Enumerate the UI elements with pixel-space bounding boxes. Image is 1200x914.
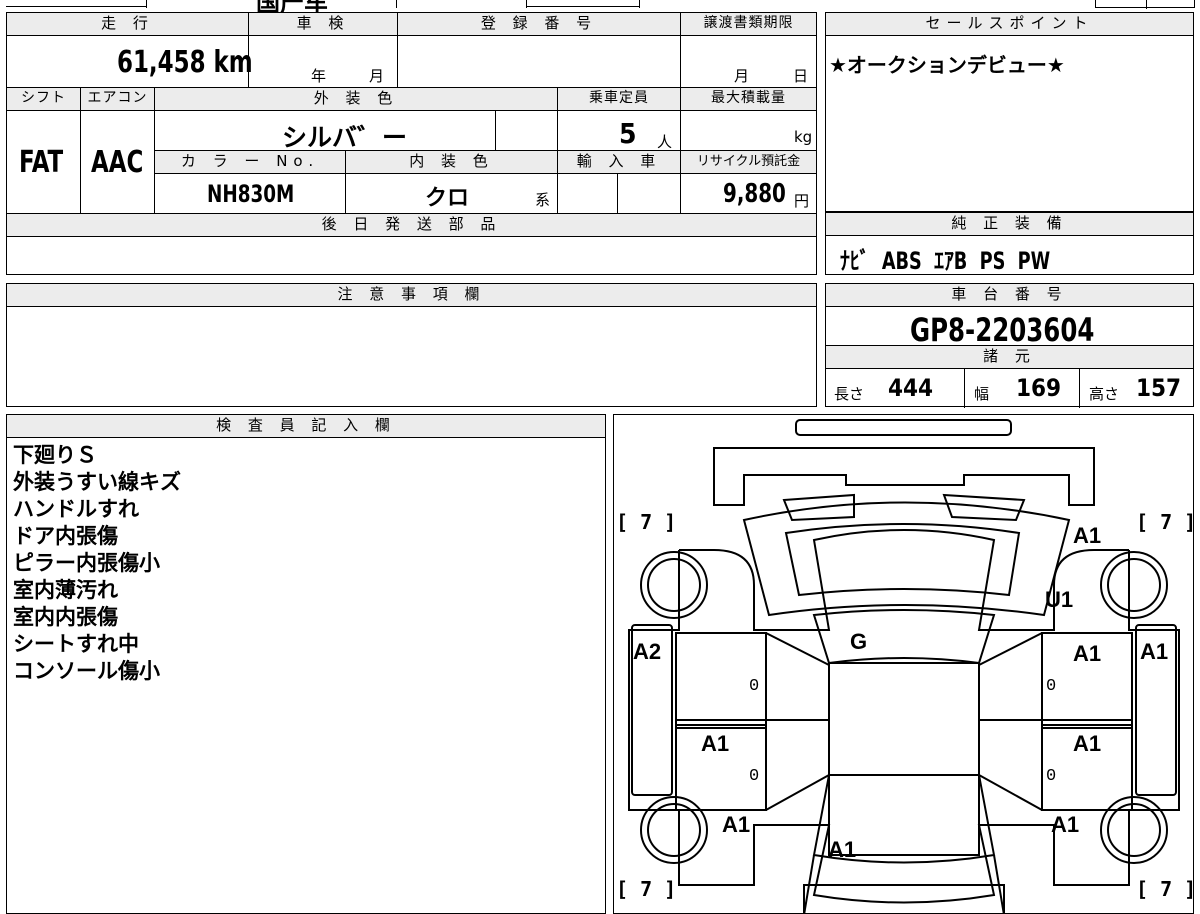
tire-mark-front-right: [ 7 ] bbox=[1136, 510, 1194, 534]
inspection-header: 車 検 bbox=[248, 12, 398, 36]
genuine-equipment-box: 純 正 装 備 ﾅﾋﾞ ABS ｴｱB PS PW bbox=[825, 212, 1194, 275]
max-load-header: 最大積載量 bbox=[680, 87, 817, 111]
transfer-day-label: 日 bbox=[793, 67, 809, 85]
exterior-color-header: 外 装 色 bbox=[154, 87, 558, 111]
interior-color-value: クロ bbox=[425, 186, 470, 211]
spec-height-label: 高さ bbox=[1089, 385, 1120, 403]
zero-mark: 0 bbox=[749, 677, 760, 696]
damage-right-outer: A1 bbox=[1140, 639, 1169, 664]
color-no-header: カ ラ ー No. bbox=[154, 150, 346, 174]
damage-roof: G bbox=[850, 629, 868, 654]
sales-point-box: セールスポイント ★オークションデビュー★ bbox=[825, 12, 1194, 212]
vehicle-diagram: [ 7 ] [ 7 ] [ 7 ] [ 7 ] A1 U1 G A2 A1 A1… bbox=[613, 414, 1194, 914]
damage-rear-hatch: A1 bbox=[828, 837, 857, 862]
chassis-value: GP8-2203604 bbox=[910, 311, 1095, 349]
aircon-header: エアコン bbox=[80, 87, 155, 111]
spec-width-label: 幅 bbox=[974, 385, 990, 403]
spec-width-value: 169 bbox=[1016, 374, 1062, 402]
spec-length-value: 444 bbox=[888, 374, 934, 402]
zero-mark: 0 bbox=[749, 767, 760, 786]
damage-right-rear-door: A1 bbox=[1073, 731, 1102, 756]
zero-mark: 0 bbox=[1046, 677, 1057, 696]
equipment-item: PS bbox=[979, 247, 1006, 275]
registration-header: 登 録 番 号 bbox=[397, 12, 681, 36]
tire-mark-front-left: [ 7 ] bbox=[616, 510, 677, 534]
inspector-line: 外装うすい線キズ bbox=[13, 470, 181, 494]
tire-mark-rear-left: [ 7 ] bbox=[616, 877, 677, 901]
damage-right-front-door: A1 bbox=[1073, 641, 1102, 666]
inspector-header: 検 査 員 記 入 欄 bbox=[6, 414, 606, 438]
notes-box: 注 意 事 項 欄 bbox=[6, 283, 817, 407]
car-outline bbox=[628, 419, 1180, 913]
shift-value: FAT bbox=[19, 145, 64, 180]
specs-header: 諸 元 bbox=[825, 345, 1194, 369]
equipment-item: ｴｱB bbox=[934, 247, 968, 275]
capacity-header: 乗車定員 bbox=[557, 87, 681, 111]
inspector-line: ピラー内張傷小 bbox=[13, 551, 160, 575]
inspector-line: コンソール傷小 bbox=[13, 659, 160, 683]
mileage-unit: km bbox=[213, 45, 253, 80]
shift-header: シフト bbox=[6, 87, 81, 111]
chassis-box: 車 台 番 号 GP8-2203604 諸 元 長さ 444 幅 169 高さ … bbox=[825, 283, 1194, 408]
inspector-line: シートすれ中 bbox=[13, 632, 139, 656]
zero-mark: 0 bbox=[1046, 767, 1057, 786]
equipment-item: ﾅﾋﾞ bbox=[840, 247, 870, 275]
inspector-line: ハンドルすれ bbox=[13, 497, 139, 521]
transfer-header: 譲渡書類期限 bbox=[680, 12, 817, 36]
inspector-lines: 下廻りＳ 外装うすい線キズ ハンドルすれ ドア内張傷 ピラー内張傷小 室内薄汚れ… bbox=[13, 442, 181, 685]
capacity-unit: 人 bbox=[657, 133, 673, 151]
mileage-value: 61,458 bbox=[117, 45, 206, 80]
interior-color-header: 内 装 色 bbox=[345, 150, 558, 174]
inspector-line: 下廻りＳ bbox=[13, 443, 97, 467]
damage-front-right-fender: A1 bbox=[1073, 523, 1102, 548]
interior-color-suffix: 系 bbox=[535, 191, 551, 209]
max-load-unit: kg bbox=[794, 128, 813, 146]
mileage-header: 走 行 bbox=[6, 12, 249, 36]
genuine-equipment-list: ﾅﾋﾞ ABS ｴｱB PS PW bbox=[840, 241, 1050, 276]
damage-left-rear-fender: A1 bbox=[722, 812, 751, 837]
notes-header: 注 意 事 項 欄 bbox=[6, 283, 817, 307]
top-fragment-row: 国产车 bbox=[6, 0, 816, 17]
aircon-value: AAC bbox=[91, 145, 144, 180]
sales-point-text: ★オークションデビュー★ bbox=[829, 53, 1065, 77]
equipment-item: PW bbox=[1017, 247, 1051, 275]
recycle-unit: 円 bbox=[794, 192, 810, 210]
recycle-value: 9,880 bbox=[723, 179, 786, 209]
spec-height-value: 157 bbox=[1136, 374, 1182, 402]
inspection-month-label: 月 bbox=[369, 67, 385, 85]
inspector-line: ドア内張傷 bbox=[13, 524, 118, 548]
genuine-equipment-header: 純 正 装 備 bbox=[825, 212, 1194, 236]
vehicle-info-table: 走 行 車 検 登 録 番 号 譲渡書類期限 61,458 km 年 月 月 日… bbox=[6, 12, 817, 275]
import-header: 輸 入 車 bbox=[557, 150, 681, 174]
later-parts-header: 後 日 発 送 部 品 bbox=[6, 213, 817, 237]
damage-windshield-right: U1 bbox=[1045, 587, 1074, 612]
inspector-box: 検 査 員 記 入 欄 下廻りＳ 外装うすい線キズ ハンドルすれ ドア内張傷 ピ… bbox=[6, 414, 606, 914]
inspector-line: 室内薄汚れ bbox=[13, 578, 118, 602]
tire-mark-rear-right: [ 7 ] bbox=[1136, 877, 1194, 901]
recycle-header: リサイクル預託金 bbox=[680, 150, 817, 174]
top-right-fragment bbox=[1095, 0, 1195, 9]
damage-right-rear-fender: A1 bbox=[1051, 812, 1080, 837]
sales-point-header: セールスポイント bbox=[825, 12, 1194, 36]
inspection-year-label: 年 bbox=[311, 67, 327, 85]
equipment-item: ABS bbox=[881, 247, 922, 275]
damage-left-pillar: A2 bbox=[633, 639, 662, 664]
exterior-color-value: シルバ゛ー bbox=[282, 123, 408, 152]
capacity-value: 5 bbox=[619, 117, 637, 150]
chassis-header: 車 台 番 号 bbox=[825, 283, 1194, 307]
color-no-value: NH830M bbox=[207, 180, 295, 208]
spec-length-label: 長さ bbox=[834, 385, 865, 403]
transfer-month-label: 月 bbox=[734, 67, 750, 85]
inspector-line: 室内内張傷 bbox=[13, 605, 118, 629]
damage-left-rear-door: A1 bbox=[701, 731, 730, 756]
